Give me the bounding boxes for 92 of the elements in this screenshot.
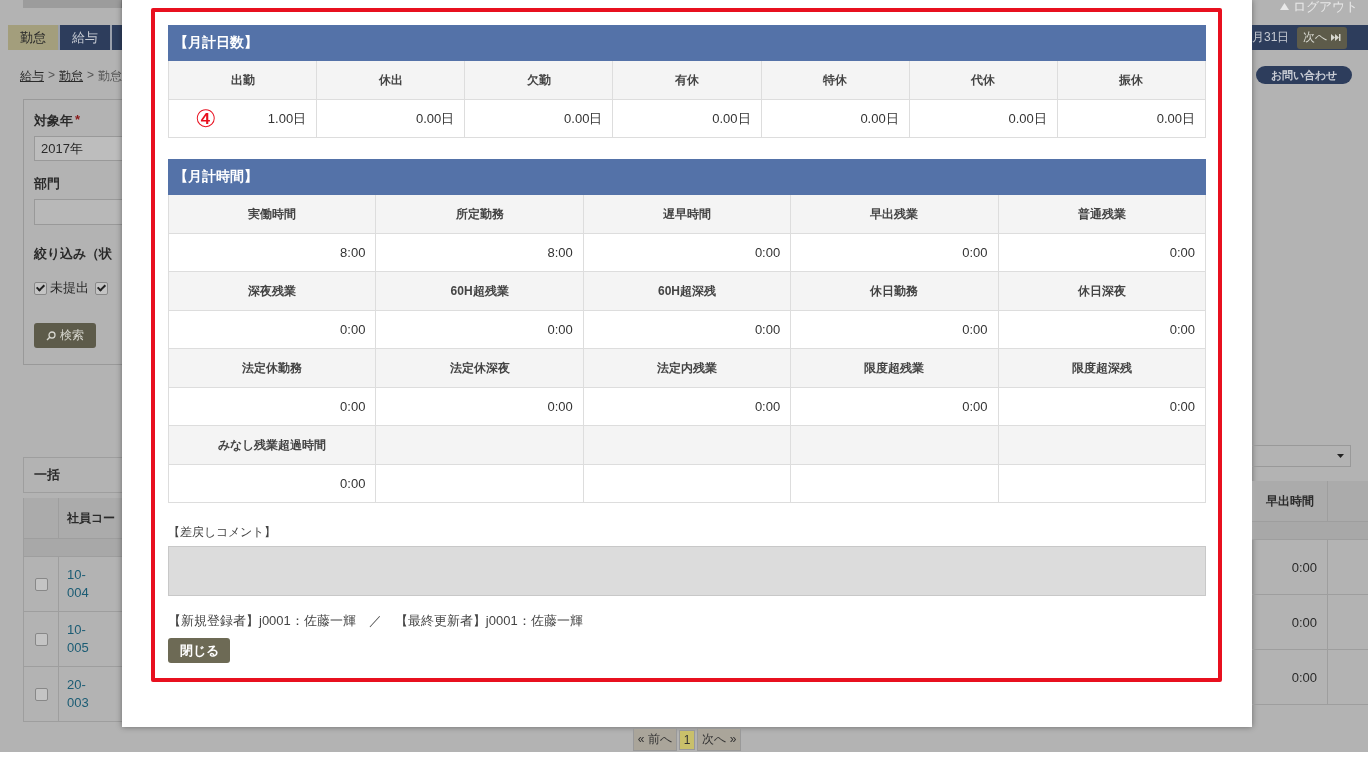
table-cell: 0:00 [169,311,377,349]
table-header-cell: みなし残業超過時間 [169,426,377,465]
table-header-cell: 法定内残業 [583,349,792,388]
required-mark: * [75,112,81,129]
table-cell: 1.00日 [267,109,307,128]
table-header-cell: 出勤 [169,61,318,100]
checkbox[interactable] [34,632,48,646]
table-cell: 8:00 [169,234,377,272]
table-header-cell: 実働時間 [169,195,377,234]
caret-icon [1337,454,1344,458]
table-cell: 0:00 [998,311,1206,349]
contact-button[interactable]: お問い合わせ [1256,66,1352,84]
table-cell: 0:00 [998,388,1206,426]
table-header-cell: 限度超残業 [791,349,999,388]
table-header-cell: 有休 [613,61,762,100]
table-header-cell: 普通残業 [998,195,1206,234]
table-cell: 0:00 [376,388,584,426]
table-header-cell: 深夜残業 [169,272,377,311]
next-page-button[interactable]: 次へ » [697,728,742,751]
breadcrumb-link[interactable]: 勤怠 [59,68,83,85]
table-header-cell: 早出残業 [791,195,999,234]
table-cell: 8:00 [376,234,584,272]
table-header-cell: 限度超深残 [998,349,1206,388]
breadcrumb-separator: > [48,68,55,84]
table-header-cell: 法定休深夜 [376,349,584,388]
table-cell: 0:00 [1252,540,1328,594]
annotation-number: ④ [195,106,217,131]
search-button[interactable]: 検索 [34,323,96,348]
table-cell: 0:00 [1252,595,1328,649]
section-header: 【月計時間】 [168,159,1206,195]
table-cell: 0.00日 [909,100,1058,138]
employee-code-link[interactable]: 10-004 [67,566,97,602]
section-label: 一括 [34,466,60,484]
section-header: 【月計日数】 [168,25,1206,61]
triangle-icon [1280,3,1289,11]
table-header-cell: 60H超残業 [376,272,584,311]
table-cell: 0:00 [998,234,1206,272]
record-info: 【新規登録者】j0001：佐藤一輝 ／ 【最終更新者】j0001：佐藤一輝 [168,612,584,630]
table-cell: 0:00 [791,234,999,272]
breadcrumb-separator: > [87,68,95,84]
employee-code-link[interactable]: 20-003 [67,676,97,712]
close-button[interactable]: 閉じる [168,638,230,663]
table-header-cell: 所定勤務 [376,195,584,234]
date-label: 月31日 [1252,29,1290,46]
table-cell: 0:00 [583,234,792,272]
table-cell: 0:00 [791,311,999,349]
table-header-cell: 振休 [1057,61,1206,100]
search-icon [46,330,56,341]
year-select[interactable]: 2017年 [34,136,122,161]
table-cell: 0:00 [376,311,584,349]
checkbox-label: 未提出 [50,279,89,297]
nav-tab[interactable]: 勤怠 [8,25,60,50]
table-header-cell: 特休 [761,61,910,100]
breadcrumb-link[interactable]: 給与 [20,68,44,85]
table-cell: 0:00 [169,388,377,426]
table-header-cell: 休出 [317,61,466,100]
page-button[interactable]: 1 [678,729,696,750]
column-header: 早出時間 [1252,481,1328,521]
table-cell: 0:00 [169,465,377,503]
table-cell: 0:00 [1252,650,1328,704]
table-cell: 0:00 [791,388,999,426]
table-header-cell: 遅早時間 [583,195,792,234]
prev-page-button[interactable]: « 前へ [632,728,677,751]
menu-tab[interactable] [23,0,122,8]
skip-forward-icon [1331,34,1342,41]
checkbox[interactable] [34,281,47,295]
table-cell: 0.00日 [1057,100,1206,138]
checkbox[interactable] [34,577,48,591]
table-cell: 0:00 [583,311,792,349]
table-header-cell: 休日勤務 [791,272,999,311]
department-field[interactable] [34,199,122,225]
field-label: 絞り込み（状 [34,245,112,263]
bulk-select[interactable] [1252,445,1351,467]
checkbox[interactable] [95,281,108,295]
column-header: 社員コー [66,509,115,527]
table-header-cell: 代休 [909,61,1058,100]
comment-label: 【差戻しコメント】 [168,524,277,541]
table-header-cell: 欠勤 [465,61,614,100]
table-cell: 0.00日 [317,100,466,138]
table-header-cell: 60H超深残 [583,272,792,311]
breadcrumb-current: 勤怠 [98,68,122,85]
field-label: 対象年 [34,112,73,130]
table-header-cell: 法定休勤務 [169,349,377,388]
next-button[interactable]: 次へ [1297,26,1348,49]
table-cell: 0:00 [583,388,792,426]
employee-code-link[interactable]: 10-005 [67,621,97,657]
table-cell: 0.00日 [465,100,614,138]
table-header-cell: 休日深夜 [998,272,1206,311]
checkbox[interactable] [34,687,48,701]
table-cell: 0.00日 [761,100,910,138]
table-cell: 0.00日 [613,100,762,138]
field-label: 部門 [34,175,60,193]
